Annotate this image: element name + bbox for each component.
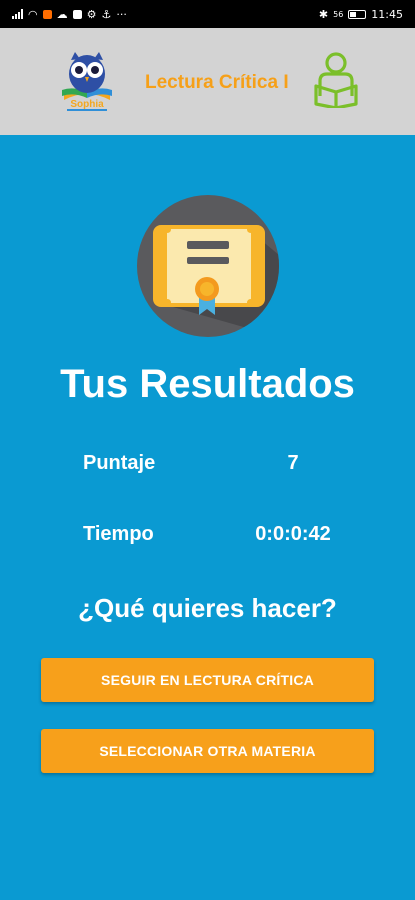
logo-text: Sophia: [70, 99, 104, 110]
signal-icon: [12, 9, 23, 19]
app-title: Lectura Crítica I: [145, 72, 289, 93]
wifi-icon: ◠: [28, 7, 38, 21]
clock: 11:45: [371, 7, 403, 21]
app-bar: Sophia Lectura Crítica I: [0, 28, 415, 135]
certificate-badge: [137, 195, 279, 337]
time-value: 0:0:0:42: [255, 523, 331, 545]
settings-notification-icon: ⚙: [86, 7, 97, 21]
person-reading-icon[interactable]: [312, 52, 360, 108]
score-value: 7: [287, 452, 299, 474]
cloud-icon: ☁: [56, 7, 68, 21]
certificate-icon: [153, 225, 279, 337]
bluetooth-icon: ✱: [318, 7, 329, 21]
next-action-question: ¿Qué quieres hacer?: [78, 593, 337, 623]
status-bar: ◠ ☁ ⚙ ⚓ ··· ✱ 56 11:45: [0, 0, 415, 28]
status-bar-left: ◠ ☁ ⚙ ⚓ ···: [12, 8, 127, 21]
app-notification-icon: [72, 9, 82, 19]
time-label: Tiempo: [83, 523, 154, 545]
notification-icon: [42, 9, 52, 19]
score-label: Puntaje: [83, 452, 156, 474]
status-bar-right: ✱ 56 11:45: [319, 8, 403, 21]
more-notifications-icon: ···: [116, 7, 127, 21]
results-title: Tus Resultados: [60, 362, 355, 406]
owl-logo-icon: Sophia: [62, 52, 112, 111]
battery-level-text: 56: [333, 9, 344, 19]
battery-icon: [348, 9, 367, 19]
continue-subject-button[interactable]: SEGUIR EN LECTURA CRÍTICA: [41, 658, 374, 702]
link-icon: ⚓: [101, 7, 112, 21]
select-other-subject-button[interactable]: SELECCIONAR OTRA MATERIA: [41, 729, 374, 773]
